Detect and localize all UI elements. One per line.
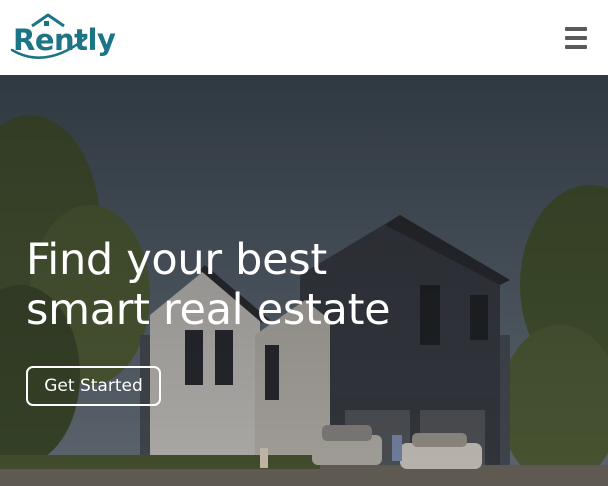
get-started-button[interactable]: Get Started	[26, 366, 161, 406]
logo-wordmark: Rently	[13, 23, 116, 57]
hamburger-menu-icon[interactable]	[565, 27, 589, 49]
rently-logo[interactable]: Rently	[6, 10, 116, 66]
hero-headline-line1: Find your best	[26, 235, 327, 285]
site-header: Rently	[0, 0, 608, 75]
hero-section: Find your best smart real estate Get Sta…	[0, 75, 608, 486]
hero-headline-line2: smart real estate	[26, 285, 391, 335]
hero-headline: Find your best smart real estate	[26, 235, 586, 335]
